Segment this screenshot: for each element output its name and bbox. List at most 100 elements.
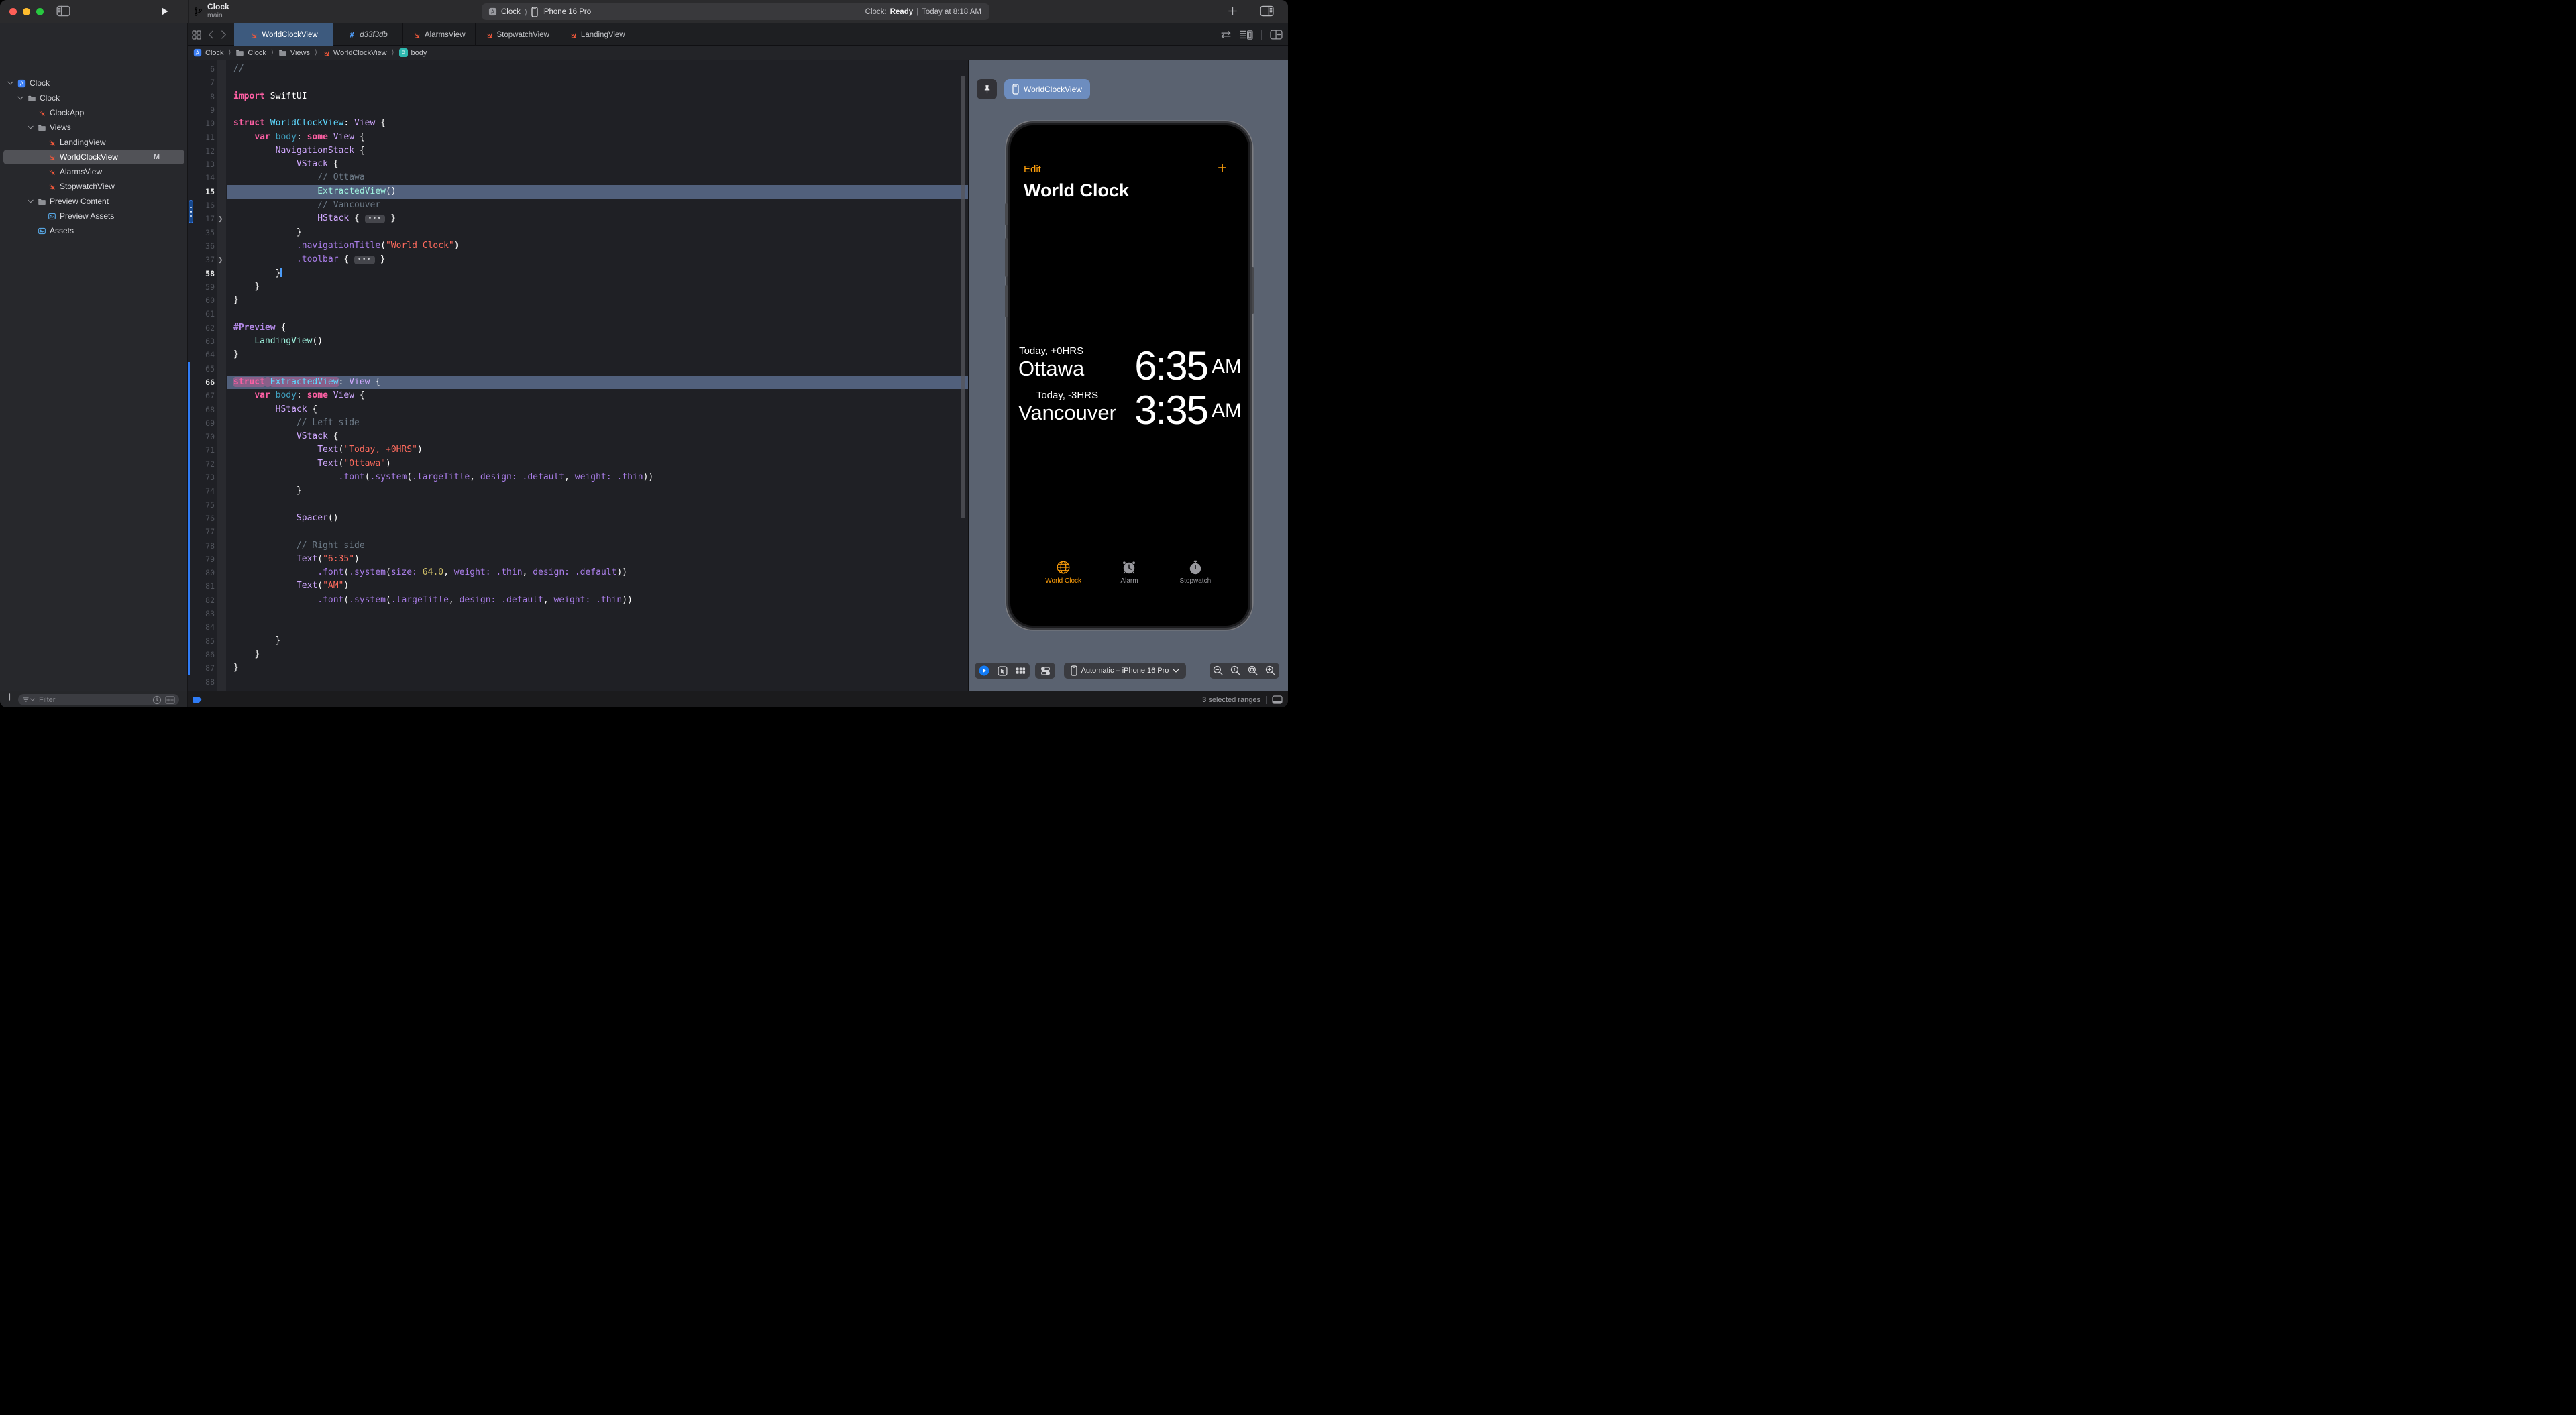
edit-button[interactable]: Edit <box>1024 164 1041 175</box>
code-line-68[interactable]: 68 HStack { <box>188 403 968 416</box>
code-line-10[interactable]: 10struct WorldClockView: View { <box>188 117 968 130</box>
code-line-82[interactable]: 82 .font(.system(.largeTitle, design: .d… <box>188 593 968 607</box>
breadcrumb-item-body[interactable]: Pbody <box>399 48 427 57</box>
inspector-toggle-icon[interactable] <box>1260 5 1274 17</box>
swap-editor-icon[interactable] <box>1220 30 1232 39</box>
code-line-81[interactable]: 81 Text("AM") <box>188 579 968 593</box>
variants-mode-button[interactable] <box>1016 667 1026 675</box>
code-line-15[interactable]: 15 ExtractedView() <box>188 185 968 199</box>
code-line-58[interactable]: 58 } <box>188 267 968 280</box>
live-preview-button[interactable] <box>979 665 989 676</box>
code-line-65[interactable]: 65 <box>188 362 968 376</box>
back-chevron-icon[interactable] <box>208 30 214 39</box>
code-line-80[interactable]: 80 .font(.system(size: 64.0, weight: .th… <box>188 566 968 579</box>
code-fold-pill[interactable]: ••• <box>365 215 386 223</box>
code-line-7[interactable]: 7 <box>188 76 968 89</box>
disclosure-chevron-icon[interactable] <box>28 199 34 203</box>
breadcrumb-item-Views[interactable]: Views <box>278 48 310 57</box>
sidebar-item-preview-content[interactable]: Preview Content <box>0 194 188 209</box>
code-line-17[interactable]: 17❯ HStack { ••• } <box>188 212 968 225</box>
code-line-75[interactable]: 75 <box>188 498 968 512</box>
disclosure-chevron-icon[interactable] <box>7 81 13 85</box>
source-control-change-pill[interactable] <box>189 200 193 223</box>
code-line-63[interactable]: 63 LandingView() <box>188 335 968 348</box>
zoom-out-button[interactable] <box>1213 665 1224 676</box>
code-line-72[interactable]: 72 Text("Ottawa") <box>188 457 968 471</box>
phone-tab-alarm[interactable]: Alarm <box>1102 560 1156 585</box>
library-add-icon[interactable] <box>1228 6 1238 16</box>
code-line-62[interactable]: 62#Preview { <box>188 321 968 335</box>
code-fold-pill[interactable]: ••• <box>354 256 375 264</box>
code-line-86[interactable]: 86 } <box>188 648 968 661</box>
sidebar-item-stopwatchview[interactable]: StopwatchView <box>0 179 188 194</box>
sidebar-toggle-icon[interactable] <box>56 5 70 17</box>
disclosure-chevron-icon[interactable] <box>17 96 23 100</box>
code-line-35[interactable]: 35 } <box>188 226 968 239</box>
code-line-69[interactable]: 69 // Left side <box>188 416 968 430</box>
sidebar-item-views[interactable]: Views <box>0 120 188 135</box>
code-line-8[interactable]: 8import SwiftUI <box>188 90 968 103</box>
code-line-73[interactable]: 73 .font(.system(.largeTitle, design: .d… <box>188 471 968 484</box>
zoom-in-button[interactable] <box>1265 665 1276 676</box>
code-line-64[interactable]: 64} <box>188 348 968 361</box>
tab-StopwatchView[interactable]: StopwatchView <box>476 23 559 46</box>
sidebar-item-preview-assets[interactable]: Preview Assets <box>0 209 188 223</box>
code-line-77[interactable]: 77 <box>188 525 968 539</box>
code-line-66[interactable]: 66struct ExtractedView: View { <box>188 376 968 389</box>
sidebar-item-clockapp[interactable]: ClockApp <box>0 105 188 120</box>
code-line-6[interactable]: 6// <box>188 62 968 76</box>
forward-chevron-icon[interactable] <box>221 30 227 39</box>
code-line-60[interactable]: 60} <box>188 294 968 307</box>
device-settings-button[interactable] <box>1035 663 1055 679</box>
tab-overview-icon[interactable] <box>192 30 201 40</box>
branch-group[interactable]: Clock main <box>193 3 229 20</box>
tab-AlarmsView[interactable]: AlarmsView <box>403 23 476 46</box>
code-line-13[interactable]: 13 VStack { <box>188 158 968 171</box>
editor-layout-icon[interactable] <box>1272 695 1283 704</box>
add-editor-icon[interactable] <box>1270 30 1283 40</box>
code-line-67[interactable]: 67 var body: some View { <box>188 389 968 402</box>
zoom-actual-button[interactable]: 1 <box>1230 665 1241 676</box>
editor-scrollbar[interactable] <box>961 76 965 518</box>
breadcrumb-item-Clock[interactable]: AClock <box>193 48 224 57</box>
fold-chevron-icon[interactable]: ❯ <box>218 212 223 225</box>
tab-d33f3db[interactable]: #d33f3db <box>333 23 403 46</box>
world-clock-row-vancouver[interactable]: Today, -3HRSVancouver3:35AM <box>1018 389 1242 432</box>
minimize-window-button[interactable] <box>23 8 30 15</box>
disclosure-chevron-icon[interactable] <box>28 125 34 129</box>
code-line-88[interactable]: 88 <box>188 675 968 689</box>
code-line-85[interactable]: 85 } <box>188 634 968 648</box>
sidebar-item-clock[interactable]: Clock <box>0 91 188 105</box>
run-button[interactable] <box>161 7 169 16</box>
code-line-83[interactable]: 83 <box>188 607 968 620</box>
code-line-74[interactable]: 74 } <box>188 484 968 498</box>
code-line-84[interactable]: 84 <box>188 620 968 634</box>
code-line-9[interactable]: 9 <box>188 103 968 117</box>
editor-options-icon[interactable] <box>1240 30 1253 40</box>
zoom-fit-button[interactable] <box>1248 665 1258 676</box>
phone-tab-stopwatch[interactable]: Stopwatch <box>1169 560 1222 585</box>
close-window-button[interactable] <box>9 8 17 15</box>
sidebar-item-worldclockview[interactable]: WorldClockViewM <box>0 150 188 164</box>
code-line-12[interactable]: 12 NavigationStack { <box>188 144 968 158</box>
tab-WorldClockView[interactable]: WorldClockView <box>234 23 333 46</box>
code-line-78[interactable]: 78 // Right side <box>188 539 968 553</box>
code-line-61[interactable]: 61 <box>188 307 968 321</box>
code-line-70[interactable]: 70 VStack { <box>188 430 968 443</box>
fold-chevron-icon[interactable]: ❯ <box>218 253 223 266</box>
add-file-button[interactable] <box>5 693 14 701</box>
code-line-16[interactable]: 16 // Vancouver <box>188 199 968 212</box>
preview-device-picker[interactable]: Automatic – iPhone 16 Pro <box>1064 663 1186 679</box>
sidebar-item-alarmsview[interactable]: AlarmsView <box>0 164 188 179</box>
selectable-mode-button[interactable] <box>998 666 1008 676</box>
breakpoint-icon[interactable] <box>193 696 202 703</box>
code-editor[interactable]: 6//78import SwiftUI910struct WorldClockV… <box>188 60 968 691</box>
code-line-59[interactable]: 59 } <box>188 280 968 294</box>
phone-tab-world-clock[interactable]: World Clock <box>1036 560 1090 585</box>
code-line-87[interactable]: 87} <box>188 661 968 675</box>
scheme-selector[interactable]: A Clock ⟩ iPhone 16 Pro <box>488 3 591 20</box>
activity-pill[interactable]: A Clock ⟩ iPhone 16 Pro Clock: Ready | T… <box>482 3 989 20</box>
preview-pin-button[interactable] <box>977 79 997 99</box>
sidebar-item-clock[interactable]: AClock <box>0 76 188 91</box>
breadcrumb-item-Clock[interactable]: Clock <box>235 48 266 57</box>
